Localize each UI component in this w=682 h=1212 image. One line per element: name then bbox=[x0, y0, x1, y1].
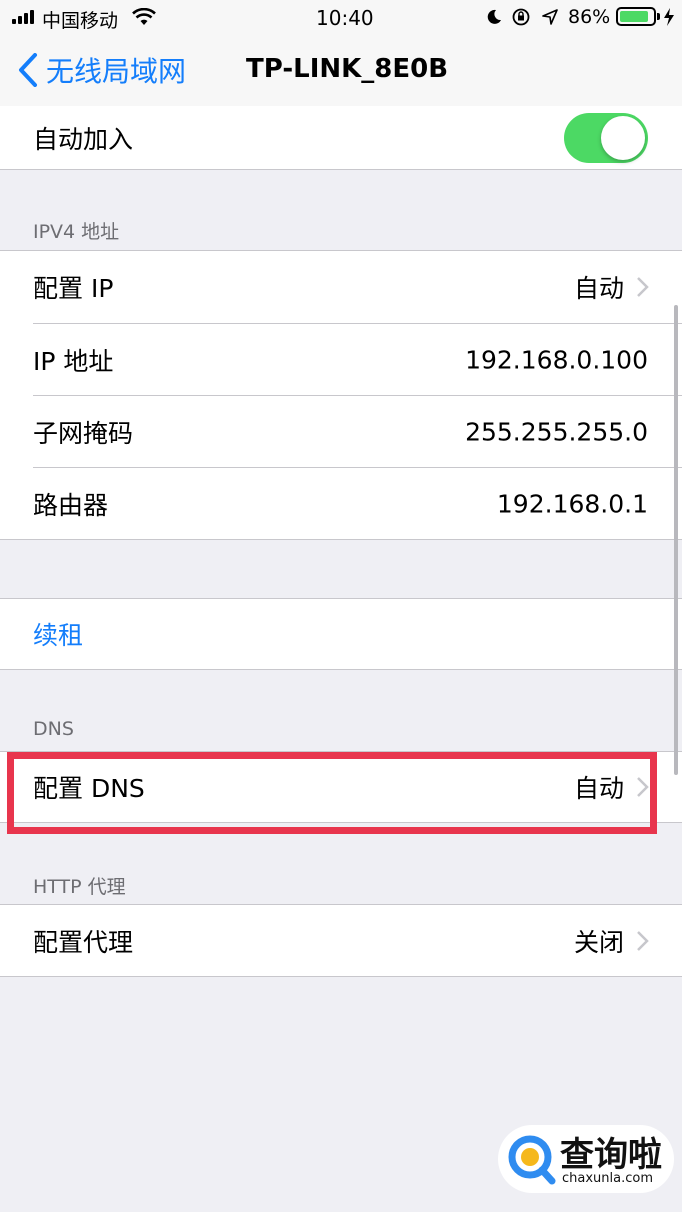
watermark-logo: 查询啦 chaxunla.com bbox=[498, 1125, 674, 1193]
back-button-label: 无线局域网 bbox=[46, 55, 187, 88]
chevron-right-icon bbox=[637, 930, 649, 951]
configure-ip-label: 配置 IP bbox=[33, 274, 114, 303]
rotation-lock-icon bbox=[512, 8, 530, 26]
auto-join-row: 自动加入 bbox=[0, 106, 682, 169]
magnifier-logo-icon bbox=[508, 1135, 556, 1185]
auto-join-toggle[interactable] bbox=[564, 112, 648, 163]
clock: 10:40 bbox=[316, 6, 374, 30]
ipv4-group: 配置 IP 自动 IP 地址 192.168.0.100 子网掩码 255.25… bbox=[0, 250, 682, 540]
http-proxy-section-header: HTTP 代理 bbox=[33, 876, 126, 898]
renew-lease-label: 续租 bbox=[33, 621, 84, 650]
scroll-indicator[interactable] bbox=[674, 305, 678, 775]
auto-join-group: 自动加入 bbox=[0, 106, 682, 170]
dns-section-header: DNS bbox=[33, 718, 74, 740]
carrier-name: 中国移动 bbox=[42, 10, 119, 32]
dns-group: 配置 DNS 自动 bbox=[0, 751, 682, 823]
configure-proxy-label: 配置代理 bbox=[33, 927, 134, 957]
cellular-signal-icon bbox=[12, 10, 38, 24]
battery-level-fill bbox=[620, 11, 648, 22]
wifi-icon bbox=[132, 8, 156, 25]
subnet-mask-label: 子网掩码 bbox=[33, 419, 134, 448]
battery-percentage: 86% bbox=[568, 6, 611, 28]
page-title: TP-LINK_8E0B bbox=[246, 54, 449, 84]
http-proxy-group: 配置代理 关闭 bbox=[0, 904, 682, 977]
do-not-disturb-moon-icon bbox=[487, 9, 501, 24]
ip-address-row: IP 地址 192.168.0.100 bbox=[0, 324, 682, 396]
configure-proxy-row[interactable]: 配置代理 关闭 bbox=[0, 905, 682, 976]
status-bar: 中国移动 10:40 86% bbox=[0, 0, 682, 34]
back-button[interactable]: 无线局域网 bbox=[18, 52, 186, 88]
ipv4-section-header: IPV4 地址 bbox=[33, 221, 120, 243]
charging-bolt-icon bbox=[664, 8, 674, 26]
router-row: 路由器 192.168.0.1 bbox=[0, 468, 682, 540]
ip-address-value: 192.168.0.100 bbox=[465, 345, 648, 375]
configure-proxy-value: 关闭 bbox=[573, 927, 624, 957]
watermark-domain: chaxunla.com bbox=[562, 1171, 653, 1186]
navigation-bar: 无线局域网 TP-LINK_8E0B bbox=[0, 34, 682, 107]
location-arrow-icon bbox=[542, 9, 558, 25]
renew-lease-group: 续租 bbox=[0, 598, 682, 670]
renew-lease-button[interactable]: 续租 bbox=[0, 599, 682, 669]
configure-dns-value: 自动 bbox=[573, 774, 624, 803]
auto-join-label: 自动加入 bbox=[33, 124, 134, 154]
router-label: 路由器 bbox=[33, 491, 109, 520]
configure-dns-label: 配置 DNS bbox=[33, 774, 145, 803]
chevron-left-icon bbox=[19, 53, 37, 87]
toggle-knob bbox=[601, 115, 645, 160]
chevron-right-icon bbox=[637, 777, 649, 797]
battery-cap bbox=[657, 13, 660, 20]
router-value: 192.168.0.1 bbox=[496, 489, 648, 519]
chevron-right-icon bbox=[637, 277, 649, 297]
subnet-mask-row: 子网掩码 255.255.255.0 bbox=[0, 396, 682, 468]
configure-ip-value: 自动 bbox=[573, 274, 624, 303]
battery-icon bbox=[616, 7, 656, 26]
configure-dns-row[interactable]: 配置 DNS 自动 bbox=[0, 752, 682, 822]
watermark-text: 查询啦 bbox=[560, 1135, 662, 1175]
ip-address-label: IP 地址 bbox=[33, 347, 114, 376]
configure-ip-row[interactable]: 配置 IP 自动 bbox=[0, 251, 682, 323]
subnet-mask-value: 255.255.255.0 bbox=[465, 417, 648, 447]
